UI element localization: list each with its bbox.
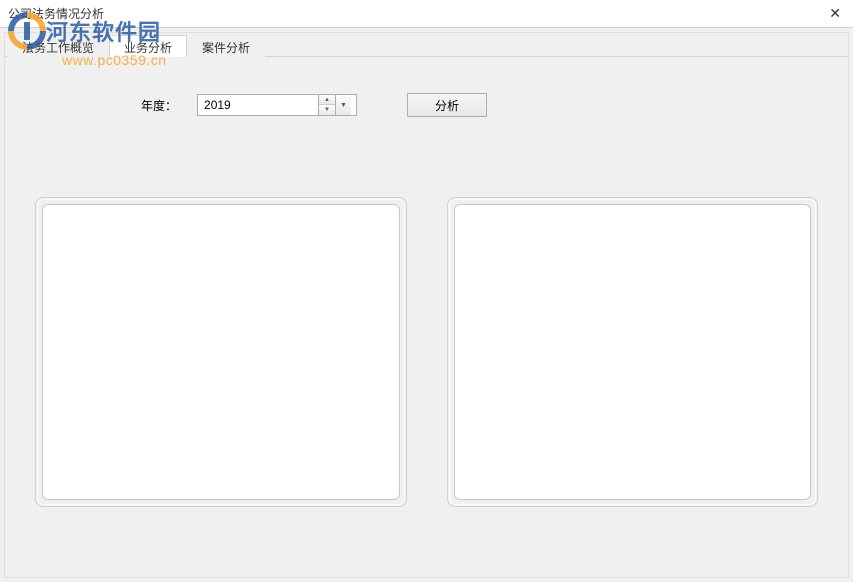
close-icon[interactable]: ✕ (829, 5, 841, 22)
tab-business-analysis[interactable]: 业务分析 (109, 35, 187, 57)
year-label: 年度： (141, 97, 177, 114)
year-input[interactable] (198, 95, 318, 115)
chart-panel-right (447, 197, 819, 507)
spinner-up-icon[interactable]: ▲ (319, 95, 335, 105)
spinner-buttons: ▲ ▼ (318, 95, 335, 115)
tab-content: 年度： ▲ ▼ ▼ 分析 (5, 57, 848, 577)
tab-overview[interactable]: 法务工作概览 (7, 35, 109, 57)
spinner-down-icon[interactable]: ▼ (319, 105, 335, 115)
window-title: 公司法务情况分析 (8, 5, 104, 22)
controls-row: 年度： ▲ ▼ ▼ 分析 (5, 57, 848, 117)
chevron-down-icon[interactable]: ▼ (335, 95, 351, 115)
year-spinner: ▲ ▼ ▼ (197, 94, 357, 116)
outer-panel: 法务工作概览 业务分析 案件分析 年度： ▲ ▼ ▼ 分析 (4, 32, 849, 578)
chart-canvas-right (454, 204, 812, 500)
titlebar: 公司法务情况分析 ✕ (0, 0, 853, 28)
chart-canvas-left (42, 204, 400, 500)
window-body: 法务工作概览 业务分析 案件分析 年度： ▲ ▼ ▼ 分析 (0, 28, 853, 582)
tabs-container: 法务工作概览 业务分析 案件分析 (5, 33, 848, 57)
tab-case-analysis[interactable]: 案件分析 (187, 35, 265, 57)
chart-panel-left (35, 197, 407, 507)
panels-row (5, 117, 848, 507)
analyze-button[interactable]: 分析 (407, 93, 487, 117)
